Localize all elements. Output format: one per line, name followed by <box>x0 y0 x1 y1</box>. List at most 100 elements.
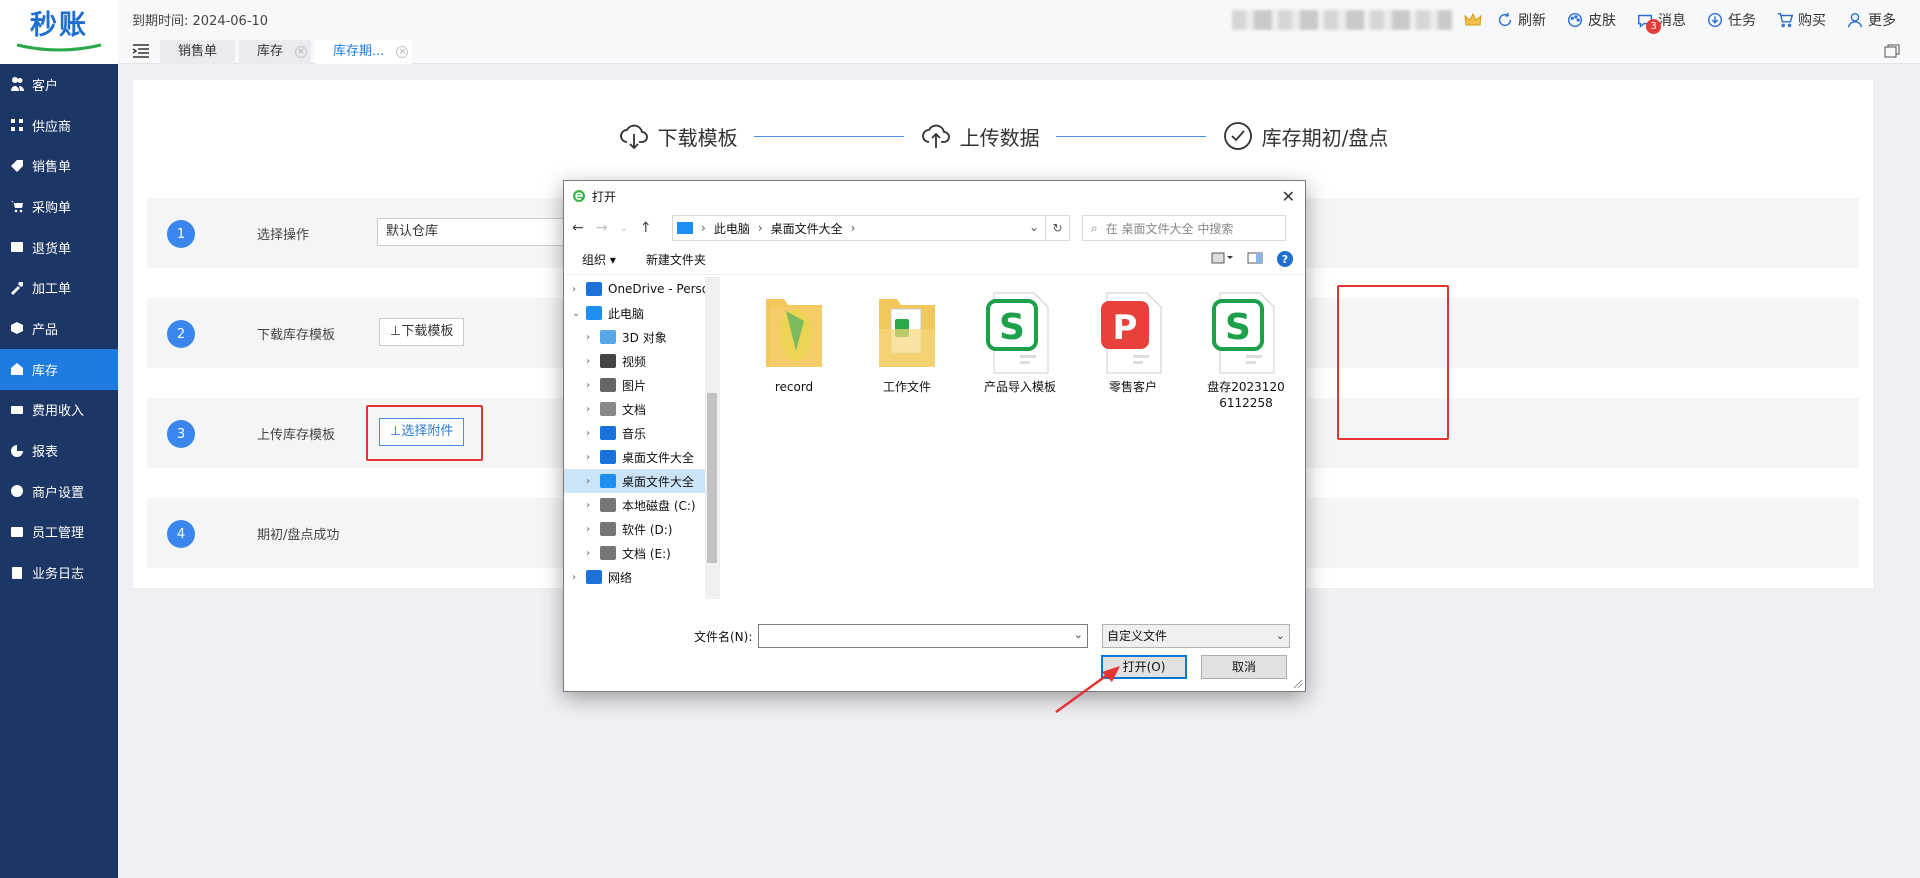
tree-scrollbar[interactable] <box>705 277 719 599</box>
sidebar-item-13[interactable]: 业务日志 <box>0 552 118 593</box>
filename-input[interactable]: ⌄ <box>758 624 1088 648</box>
breadcrumb-folder[interactable]: 桌面文件大全 <box>771 220 843 237</box>
tree-item[interactable]: › 3D 对象 <box>564 325 719 349</box>
message-label: 消息 <box>1658 13 1686 29</box>
file-item-selected[interactable]: S 盘存20231206112258 <box>1196 289 1296 411</box>
box-icon <box>10 321 24 335</box>
sidebar-item-label: 商户设置 <box>32 485 85 501</box>
organize-button[interactable]: 组织 ▾ <box>582 251 616 268</box>
window-restore-icon[interactable] <box>1884 44 1900 58</box>
picture-icon <box>600 378 616 392</box>
task-label: 任务 <box>1728 13 1756 29</box>
chevron-right-icon[interactable]: › <box>572 572 586 583</box>
download-template-button[interactable]: ⊥下载模板 <box>379 318 465 346</box>
refresh-button[interactable]: 刷新 <box>1496 10 1546 30</box>
dialog-close-icon[interactable]: ✕ <box>1282 187 1295 206</box>
address-bar[interactable]: › 此电脑 › 桌面文件大全 › ⌄ <box>672 215 1046 241</box>
tree-item[interactable]: › 软件 (D:) <box>564 517 719 541</box>
buy-button[interactable]: 购买 <box>1776 10 1826 30</box>
chevron-right-icon[interactable]: › <box>586 524 600 535</box>
tree-item[interactable]: › 文档 <box>564 397 719 421</box>
up-arrow-icon[interactable]: ↑ <box>640 220 652 236</box>
tree-item[interactable]: › 视频 <box>564 349 719 373</box>
tree-item[interactable]: › 桌面文件大全 <box>564 469 719 493</box>
task-button[interactable]: 任务 <box>1706 10 1756 30</box>
chevron-right-icon[interactable]: › <box>586 476 600 487</box>
preview-pane-icon[interactable] <box>1247 252 1263 267</box>
sidebar-item-12[interactable]: 员工管理 <box>0 512 118 553</box>
tree-item[interactable]: ⌄ 此电脑 <box>564 301 719 325</box>
sidebar-item-10[interactable]: 报表 <box>0 430 118 471</box>
filetype-select[interactable]: 自定义文件 ⌄ <box>1102 624 1290 648</box>
sidebar-item-8[interactable]: 库存 <box>0 348 118 390</box>
chevron-down-icon[interactable]: ⌄ <box>1029 220 1039 234</box>
cart-icon <box>1777 12 1794 28</box>
file-item[interactable]: record <box>744 289 844 395</box>
message-button[interactable]: 3 消息 <box>1636 10 1686 34</box>
chevron-down-icon[interactable]: ⌄ <box>572 308 586 319</box>
breadcrumb-pc[interactable]: 此电脑 <box>714 220 750 237</box>
step-number: 3 <box>167 420 195 448</box>
sidebar-item-1[interactable]: 客户 <box>0 64 118 105</box>
tree-item[interactable]: › 本地磁盘 (C:) <box>564 493 719 517</box>
tree-item[interactable]: › 桌面文件大全 <box>564 445 719 469</box>
nav-arrows: ← → ⌄ ↑ <box>572 220 672 236</box>
sidebar-item-3[interactable]: 销售单 <box>0 145 118 186</box>
search-icon: ⌕ <box>1091 220 1098 235</box>
chevron-down-icon[interactable]: ⌄ <box>1074 628 1083 641</box>
buy-label: 购买 <box>1798 13 1826 29</box>
tab-inventory[interactable]: 库存 × <box>239 40 312 64</box>
chevron-right-icon[interactable]: › <box>586 332 600 343</box>
search-input[interactable]: ⌕ 在 桌面文件大全 中搜索 <box>1082 215 1286 241</box>
step-inventory-check: 库存期初/盘点 <box>1222 120 1388 152</box>
folder-icon <box>873 289 941 377</box>
chevron-right-icon[interactable]: › <box>586 404 600 415</box>
new-folder-button[interactable]: 新建文件夹 <box>646 251 706 268</box>
refresh-icon[interactable]: ↻ <box>1046 215 1070 241</box>
file-item[interactable]: P 零售客户 <box>1083 289 1183 395</box>
tree-item-label: 文档 (E:) <box>622 546 671 561</box>
sidebar-item-label: 客户 <box>32 78 59 94</box>
tree-item[interactable]: › OneDrive - Perso <box>564 277 719 301</box>
chevron-right-icon[interactable]: › <box>572 284 586 295</box>
sidebar-item-2[interactable]: 供应商 <box>0 105 118 146</box>
file-item[interactable]: S 产品导入模板 <box>970 289 1070 395</box>
menu-toggle-icon[interactable] <box>132 44 150 58</box>
sidebar-item-4[interactable]: 采购单 <box>0 186 118 227</box>
view-mode-icon[interactable] <box>1211 252 1233 267</box>
expire-date: 到期时间: 2024-06-10 <box>132 14 269 29</box>
more-button[interactable]: 更多 <box>1846 10 1896 30</box>
tab-close-icon[interactable]: × <box>295 46 308 58</box>
step-download-template: 下载模板 <box>618 120 738 152</box>
forward-arrow-icon[interactable]: → <box>596 220 608 236</box>
sidebar-item-7[interactable]: 产品 <box>0 308 118 349</box>
sidebar-item-11[interactable]: 商户设置 <box>0 471 118 512</box>
chevron-right-icon[interactable]: › <box>586 356 600 367</box>
tab-sales[interactable]: 销售单 <box>160 40 236 64</box>
tree-item[interactable]: › 音乐 <box>564 421 719 445</box>
sidebar-item-5[interactable]: 退货单 <box>0 227 118 268</box>
chevron-right-icon[interactable]: › <box>586 548 600 559</box>
sidebar-item-6[interactable]: 加工单 <box>0 267 118 308</box>
tree-item[interactable]: › 网络 <box>564 565 719 589</box>
cancel-button[interactable]: 取消 <box>1201 655 1287 679</box>
sidebar-item-9[interactable]: 费用收入 <box>0 390 118 431</box>
file-name: 零售客户 <box>1108 380 1157 394</box>
resize-grip-icon[interactable] <box>1293 679 1303 689</box>
scrollbar-thumb[interactable] <box>707 393 717 563</box>
warehouse-select[interactable]: 默认仓库 <box>377 218 577 246</box>
chevron-right-icon[interactable]: › <box>586 452 600 463</box>
skin-button[interactable]: 皮肤 <box>1566 10 1616 30</box>
tree-item[interactable]: › 图片 <box>564 373 719 397</box>
tab-close-icon[interactable]: × <box>396 46 409 58</box>
tree-item[interactable]: › 文档 (E:) <box>564 541 719 565</box>
warehouse-icon <box>10 362 24 376</box>
chevron-right-icon[interactable]: › <box>586 380 600 391</box>
file-item[interactable]: 工作文件 <box>857 289 957 395</box>
recent-dropdown-icon[interactable]: ⌄ <box>619 223 627 234</box>
back-arrow-icon[interactable]: ← <box>572 220 584 236</box>
chevron-right-icon[interactable]: › <box>586 428 600 439</box>
tab-inventory-initial[interactable]: 库存期... × <box>315 40 413 64</box>
chevron-right-icon[interactable]: › <box>586 500 600 511</box>
help-icon[interactable]: ? <box>1277 251 1293 267</box>
